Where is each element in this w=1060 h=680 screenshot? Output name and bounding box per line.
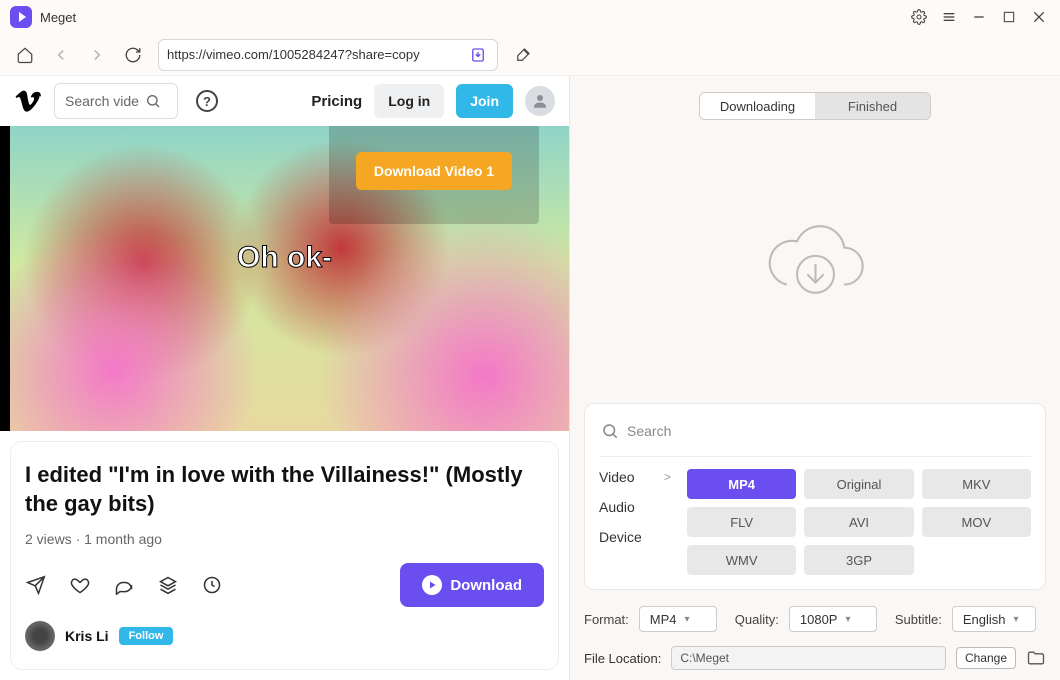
search-placeholder-text: Search vide <box>65 93 139 109</box>
download-overlay: Download Video 1 <box>329 126 539 224</box>
pricing-link[interactable]: Pricing <box>311 93 362 110</box>
like-icon[interactable] <box>69 574 91 596</box>
quality-select[interactable]: 1080P▾ <box>789 606 877 632</box>
format-avi[interactable]: AVI <box>804 507 913 537</box>
format-panel: Search Video> Audio Device MP4 Original … <box>584 403 1046 590</box>
chevron-right-icon: > <box>664 470 671 484</box>
format-3gp[interactable]: 3GP <box>804 545 913 575</box>
subtitle-select[interactable]: English▾ <box>952 606 1036 632</box>
download-panel: Downloading Finished Search Video> Audio… <box>570 76 1060 680</box>
comment-icon[interactable] <box>113 574 135 596</box>
cloud-download-icon <box>763 223 868 301</box>
format-mkv[interactable]: MKV <box>922 469 1031 499</box>
subtitle-label: Subtitle: <box>895 612 942 627</box>
category-device[interactable]: Device <box>599 529 671 545</box>
settings-icon[interactable] <box>908 6 930 28</box>
vimeo-logo-icon <box>14 87 42 115</box>
download-tabs: Downloading Finished <box>699 92 931 120</box>
video-title: I edited "I'm in love with the Villaines… <box>25 460 544 519</box>
location-row: File Location: Change <box>570 638 1060 680</box>
format-search-placeholder: Search <box>627 423 671 439</box>
browser-toolbar <box>0 34 1060 76</box>
collections-icon[interactable] <box>157 574 179 596</box>
search-icon <box>145 93 161 109</box>
open-folder-icon[interactable] <box>1026 648 1046 668</box>
app-title: Meget <box>40 10 76 25</box>
share-icon[interactable] <box>25 574 47 596</box>
tab-downloading[interactable]: Downloading <box>700 93 815 119</box>
video-player[interactable]: Oh ok- Download Video 1 <box>0 126 569 430</box>
vimeo-search[interactable]: Search vide <box>54 83 178 119</box>
join-button[interactable]: Join <box>456 84 513 118</box>
vimeo-header: Search vide ? Pricing Log in Join <box>0 76 569 126</box>
app-logo <box>10 6 32 28</box>
uploader-name[interactable]: Kris Li <box>65 628 109 644</box>
brush-icon[interactable] <box>512 44 534 66</box>
chevron-down-icon: ▾ <box>1014 614 1019 625</box>
search-icon <box>601 422 619 440</box>
chevron-down-icon: ▾ <box>845 614 850 625</box>
download-button[interactable]: Download <box>400 563 544 607</box>
follow-button[interactable]: Follow <box>119 627 174 645</box>
watch-later-icon[interactable] <box>201 574 223 596</box>
video-meta: 2 views · 1 month ago <box>25 531 544 547</box>
back-icon[interactable] <box>50 44 72 66</box>
format-wmv[interactable]: WMV <box>687 545 796 575</box>
format-search[interactable]: Search <box>599 418 1031 457</box>
format-label: Format: <box>584 612 629 627</box>
uploader-avatar[interactable] <box>25 621 55 651</box>
tab-finished[interactable]: Finished <box>815 93 930 119</box>
url-bar[interactable] <box>158 39 498 71</box>
format-category-tabs: Video> Audio Device <box>599 469 671 575</box>
format-original[interactable]: Original <box>804 469 913 499</box>
format-grid: MP4 Original MKV FLV AVI MOV WMV 3GP <box>687 469 1031 575</box>
reload-icon[interactable] <box>122 44 144 66</box>
options-row: Format: MP4▾ Quality: 1080P▾ Subtitle: E… <box>570 600 1060 638</box>
format-mov[interactable]: MOV <box>922 507 1031 537</box>
uploader-row: Kris Li Follow <box>25 621 544 651</box>
location-input[interactable] <box>671 646 946 670</box>
location-label: File Location: <box>584 651 661 666</box>
minimize-icon[interactable] <box>968 6 990 28</box>
format-select[interactable]: MP4▾ <box>639 606 717 632</box>
video-caption: Oh ok- <box>237 241 332 275</box>
paste-url-icon[interactable] <box>467 44 489 66</box>
format-mp4[interactable]: MP4 <box>687 469 796 499</box>
browser-pane: Search vide ? Pricing Log in Join Oh ok-… <box>0 76 570 680</box>
download-video-button[interactable]: Download Video 1 <box>356 152 512 190</box>
close-icon[interactable] <box>1028 6 1050 28</box>
change-location-button[interactable]: Change <box>956 647 1016 669</box>
help-icon[interactable]: ? <box>196 90 218 112</box>
maximize-icon[interactable] <box>998 6 1020 28</box>
quality-label: Quality: <box>735 612 779 627</box>
chevron-down-icon: ▾ <box>685 614 690 625</box>
login-button[interactable]: Log in <box>374 84 444 118</box>
category-video[interactable]: Video> <box>599 469 671 485</box>
download-button-label: Download <box>450 577 522 594</box>
empty-downloads <box>570 120 1060 403</box>
category-audio[interactable]: Audio <box>599 499 671 515</box>
url-input[interactable] <box>167 47 467 62</box>
user-avatar-icon[interactable] <box>525 86 555 116</box>
format-flv[interactable]: FLV <box>687 507 796 537</box>
download-button-icon <box>422 575 442 595</box>
forward-icon[interactable] <box>86 44 108 66</box>
menu-icon[interactable] <box>938 6 960 28</box>
video-info-card: I edited "I'm in love with the Villaines… <box>10 441 559 670</box>
titlebar: Meget <box>0 0 1060 34</box>
home-icon[interactable] <box>14 44 36 66</box>
